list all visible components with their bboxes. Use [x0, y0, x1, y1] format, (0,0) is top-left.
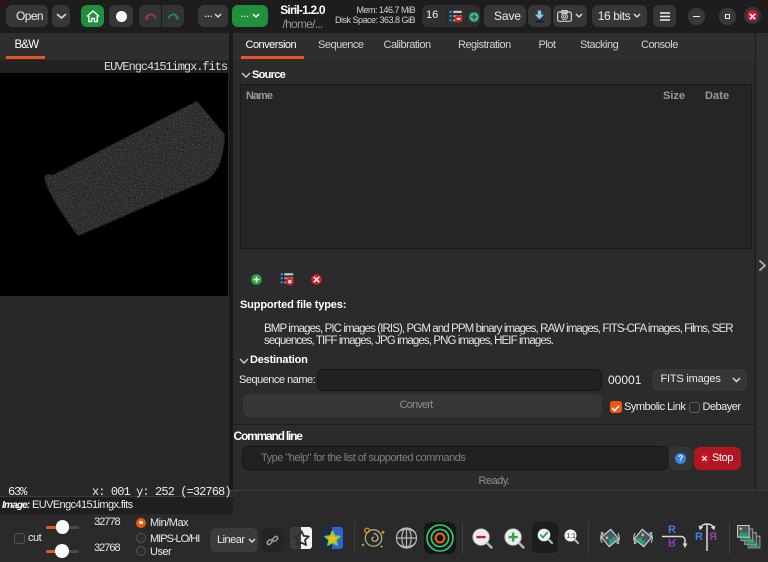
svg-text:1:1: 1:1: [566, 533, 576, 540]
